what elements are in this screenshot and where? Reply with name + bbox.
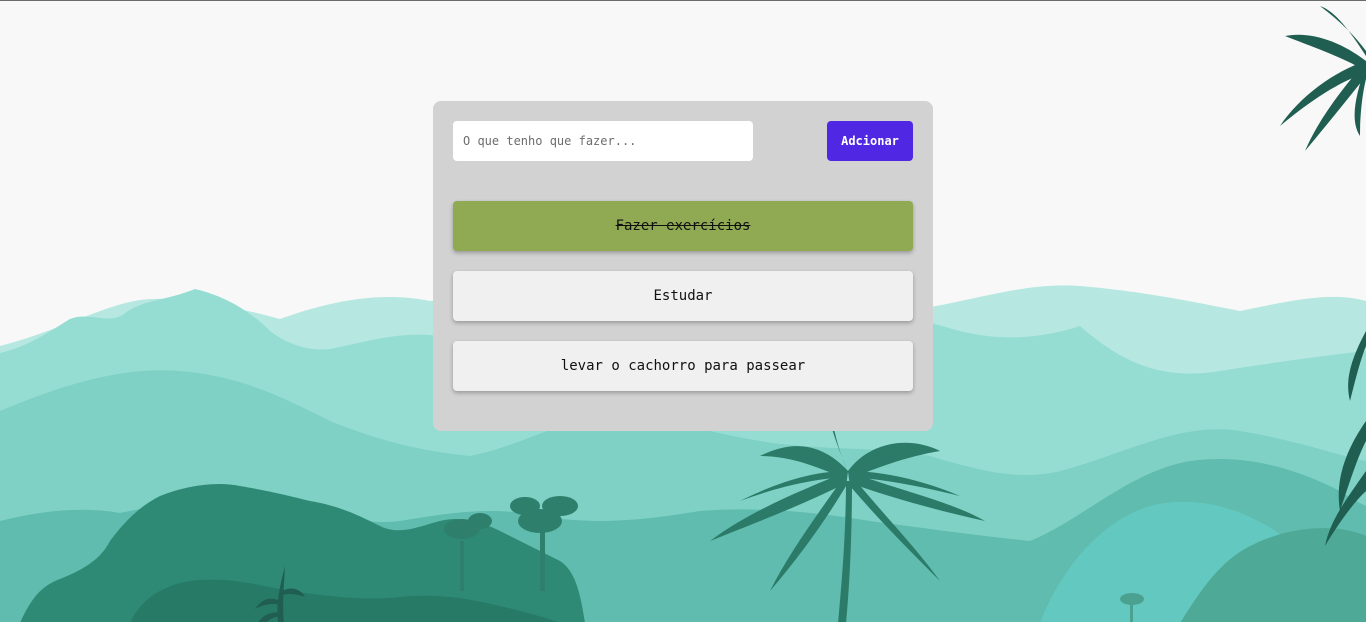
add-task-button[interactable]: Adcionar [827, 121, 913, 161]
task-item[interactable]: Estudar [453, 271, 913, 321]
task-item-done[interactable]: Fazer exercícios [453, 201, 913, 251]
page: Adcionar Fazer exercícios Estudar levar … [0, 0, 1366, 622]
task-item[interactable]: levar o cachorro para passear [453, 341, 913, 391]
task-input[interactable] [453, 121, 753, 161]
palm-tree-top-right [1280, 6, 1366, 151]
todo-card: Adcionar Fazer exercícios Estudar levar … [433, 101, 933, 431]
task-list: Fazer exercícios Estudar levar o cachorr… [453, 201, 913, 411]
